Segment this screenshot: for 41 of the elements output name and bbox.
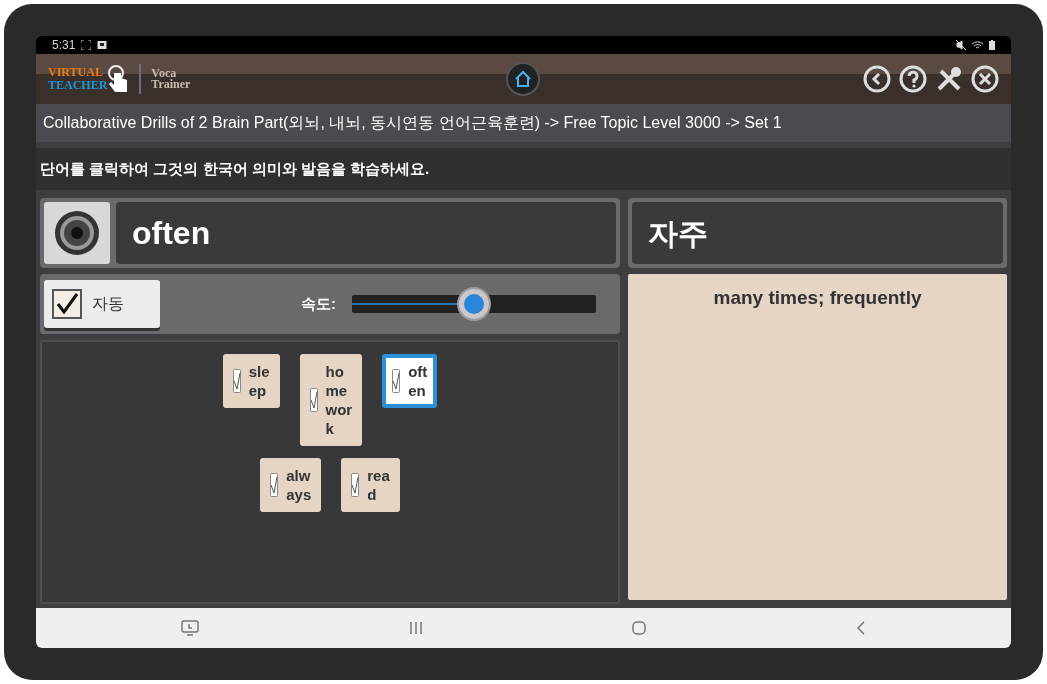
battery-icon [989,40,995,50]
app-name: Voca [151,68,177,79]
checkbox-icon [351,473,360,497]
help-icon[interactable] [899,65,927,93]
instruction-text: 단어를 클릭하여 그것의 한국어 의미와 발음을 학습하세요. [40,158,430,179]
word-card[interactable]: sle ep [222,354,280,408]
screenshot-icon [81,40,92,50]
wifi-icon [972,40,983,50]
checkbox[interactable] [52,289,82,319]
checkbox-icon [232,369,241,393]
checkbox-icon [392,369,401,393]
meaning-text: 자주 [648,215,708,252]
close-icon[interactable] [971,65,999,93]
screen-icon[interactable] [180,620,199,636]
picture-icon [97,40,108,50]
wrench-screwdriver-icon[interactable] [935,65,963,93]
breadcrumb-text: Collaborative Drills of 2 Brain Part(외뇌, 내뇌, 동시연동 언어근육훈련) -> Free Topic Level 3000 -> Set 1 [43,113,782,133]
speed-label: 속도: [301,293,336,314]
home-icon [514,70,532,88]
checkbox-icon [309,388,318,412]
mute-icon [956,40,966,50]
checkbox-icon [270,473,279,497]
word-card[interactable]: ho me wor k [299,354,363,446]
definition-text: many times; frequently [713,286,922,310]
hand-pointer-icon [107,65,130,93]
speed-slider-thumb[interactable] [457,287,491,321]
recent-apps-icon[interactable] [408,621,423,635]
status-time: 5:31 [52,37,76,54]
word-text: often [132,214,211,253]
home-button[interactable] [506,62,540,96]
speaker-button[interactable] [44,202,110,264]
logo-text: VIRTUAL [48,66,104,79]
back-nav-icon[interactable] [856,621,867,635]
home-nav-icon[interactable] [632,621,647,635]
back-icon[interactable] [863,65,891,93]
logo-text: TEACHER [48,79,108,92]
auto-toggle[interactable]: 자동 [44,280,160,328]
word-card[interactable]: alw ays [260,458,322,512]
word-card[interactable]: rea d [341,458,400,512]
word-card[interactable]: oft en [382,354,438,408]
app-name: Trainer [151,79,191,90]
